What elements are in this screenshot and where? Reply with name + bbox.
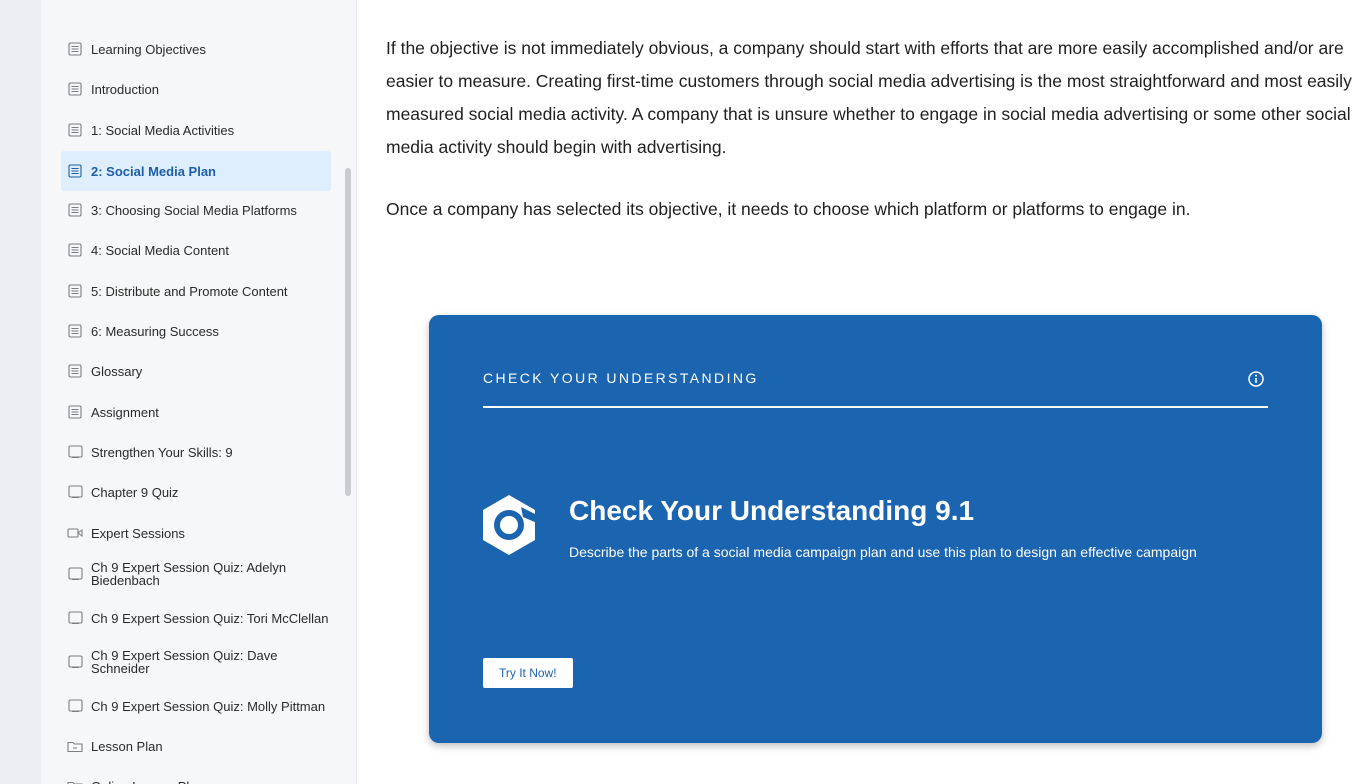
- quiz-icon: [67, 610, 83, 626]
- sidebar-item[interactable]: Ch 9 Expert Session Quiz: Tori McClellan: [61, 602, 331, 634]
- page-icon: [67, 363, 83, 379]
- folder-icon: [67, 778, 83, 784]
- page-icon: [67, 122, 83, 138]
- quiz-icon: [67, 566, 83, 582]
- sidebar-item-label: Learning Objectives: [91, 41, 206, 57]
- content-paragraph: If the objective is not immediately obvi…: [386, 38, 1352, 157]
- video-icon: [67, 525, 83, 541]
- content-paragraph: Once a company has selected its objectiv…: [386, 199, 1191, 219]
- sidebar-item-label: Expert Sessions: [91, 525, 185, 541]
- card-header: CHECK YOUR UNDERSTANDING: [483, 370, 759, 386]
- page-icon: [67, 323, 83, 339]
- page-icon: [67, 283, 83, 299]
- quiz-icon: [67, 698, 83, 714]
- left-gutter: [0, 0, 41, 784]
- page-icon: [67, 163, 83, 179]
- page-icon: [67, 242, 83, 258]
- info-icon[interactable]: [1247, 370, 1265, 388]
- sidebar-scrollbar-thumb[interactable]: [345, 168, 351, 496]
- sidebar-item-label: 3: Choosing Social Media Platforms: [91, 202, 297, 218]
- check-understanding-card: CHECK YOUR UNDERSTANDING Check Your Unde…: [429, 315, 1322, 743]
- card-title: Check Your Understanding 9.1: [569, 495, 975, 526]
- sidebar-item-label: Assignment: [91, 404, 159, 420]
- sidebar-item-label: 1: Social Media Activities: [91, 122, 235, 138]
- sidebar-item-label: Ch 9 Expert Session Quiz: Adelyn Biedenb…: [91, 560, 287, 588]
- sidebar-item-label: 4: Social Media Content: [91, 242, 230, 258]
- sidebar-item[interactable]: Expert Sessions: [61, 520, 331, 546]
- sidebar-item[interactable]: Glossary: [61, 358, 331, 384]
- sidebar-item-label: 2: Social Media Plan: [91, 163, 216, 179]
- sidebar-item[interactable]: 2: Social Media Plan: [61, 151, 331, 191]
- sidebar-item-label: 5: Distribute and Promote Content: [91, 283, 288, 299]
- sidebar-item[interactable]: Assignment: [61, 399, 331, 425]
- quiz-icon: [67, 444, 83, 460]
- sidebar-item[interactable]: Introduction: [61, 76, 331, 102]
- sidebar-item[interactable]: Ch 9 Expert Session Quiz: Dave Schneider: [61, 646, 331, 678]
- card-divider: [483, 406, 1268, 408]
- sidebar-item-label: Lesson Plan: [91, 738, 163, 754]
- sidebar-item[interactable]: 1: Social Media Activities: [61, 117, 331, 143]
- main-content: If the objective is not immediately obvi…: [357, 0, 1360, 784]
- sidebar-item-label: Ch 9 Expert Session Quiz: Tori McClellan: [91, 610, 329, 626]
- sidebar-item[interactable]: Ch 9 Expert Session Quiz: Molly Pittman: [61, 693, 331, 719]
- folder-icon: [67, 738, 83, 754]
- sidebar-item[interactable]: Chapter 9 Quiz: [61, 479, 331, 505]
- sidebar-item[interactable]: Online Lesson Plan: [61, 773, 331, 784]
- page-icon: [67, 81, 83, 97]
- course-sidebar: Learning Objectives Introduction 1: Social…: [41, 0, 342, 784]
- page-icon: [67, 404, 83, 420]
- quiz-icon: [67, 484, 83, 500]
- sidebar-item-label: Glossary: [91, 363, 143, 379]
- sidebar-item-label: Ch 9 Expert Session Quiz: Dave Schneider: [91, 648, 278, 676]
- sidebar-item[interactable]: 4: Social Media Content: [61, 237, 331, 263]
- page-icon: [67, 202, 83, 218]
- sidebar-item[interactable]: Ch 9 Expert Session Quiz: Adelyn Biedenb…: [61, 558, 331, 590]
- page-icon: [67, 41, 83, 57]
- quiz-icon: [67, 654, 83, 670]
- sidebar-item-label: Ch 9 Expert Session Quiz: Molly Pittman: [91, 698, 326, 714]
- card-description: Describe the parts of a social media cam…: [569, 544, 1197, 560]
- sidebar-scrollbar[interactable]: [341, 0, 357, 784]
- sidebar-item-label: Online Lesson Plan: [91, 780, 204, 784]
- sidebar-item[interactable]: 6: Measuring Success: [61, 318, 331, 344]
- sidebar-item-label: Chapter 9 Quiz: [91, 484, 179, 500]
- sidebar-item[interactable]: Lesson Plan: [61, 733, 331, 759]
- sidebar-item[interactable]: Learning Objectives: [61, 36, 331, 62]
- sidebar-item-label: 6: Measuring Success: [91, 323, 219, 339]
- sidebar-item[interactable]: 5: Distribute and Promote Content: [61, 278, 331, 304]
- sidebar-item-label: Introduction: [91, 81, 159, 97]
- sidebar-item-label: Strengthen Your Skills: 9: [91, 444, 233, 460]
- sidebar-item[interactable]: Strengthen Your Skills: 9: [61, 439, 331, 465]
- sidebar-item[interactable]: 3: Choosing Social Media Platforms: [61, 197, 331, 223]
- try-it-now-button[interactable]: Try It Now!: [483, 658, 573, 688]
- hexagon-logo-icon: [481, 493, 537, 557]
